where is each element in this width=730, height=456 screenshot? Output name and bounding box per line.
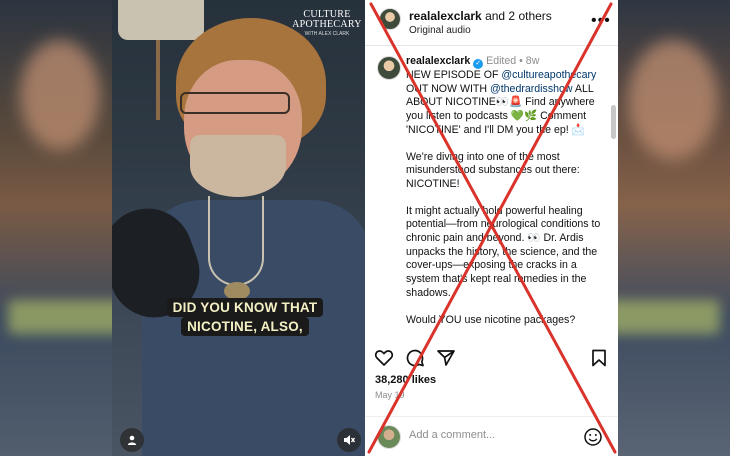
post-date: May 19 bbox=[375, 390, 405, 400]
glasses bbox=[180, 92, 290, 114]
avatar[interactable] bbox=[379, 8, 401, 30]
mention-link[interactable]: @thedrardisshow bbox=[490, 83, 573, 95]
caption-paragraph-1: NEW EPISODE OF @cultureapothecary OUT NO… bbox=[406, 69, 597, 136]
caption-paragraph-2: We're diving into one of the most misund… bbox=[406, 150, 580, 190]
blurred-background-right bbox=[618, 0, 730, 456]
caption-line-1: DID YOU KNOW THAT bbox=[166, 298, 324, 317]
viewer-avatar bbox=[377, 425, 401, 449]
bookmark-icon[interactable] bbox=[589, 348, 609, 368]
post-header: realalexclark and 2 others Original audi… bbox=[365, 0, 618, 46]
lamp-shade bbox=[118, 0, 204, 40]
paper-plane-icon[interactable] bbox=[436, 348, 456, 368]
post-age: 8w bbox=[525, 55, 540, 67]
action-bar bbox=[365, 340, 618, 374]
comment-bar bbox=[365, 416, 618, 456]
blurred-background-left bbox=[0, 0, 112, 456]
muted-speaker-icon[interactable] bbox=[337, 428, 361, 452]
caption-scrollbar[interactable] bbox=[611, 105, 616, 139]
verified-badge-icon: ✓ bbox=[473, 59, 484, 69]
caption-paragraph-3: It might actually hold powerful healing … bbox=[406, 204, 601, 299]
caption-username[interactable]: realalexclark bbox=[406, 55, 470, 67]
post-caption: realalexclark ✓ Edited • 8w NEW EPISODE … bbox=[365, 47, 618, 338]
header-title: realalexclark and 2 others bbox=[409, 9, 552, 23]
likes-count[interactable]: 38,280 likes bbox=[375, 374, 436, 386]
more-dots-icon[interactable]: ••• bbox=[591, 12, 611, 30]
caption-avatar[interactable] bbox=[377, 56, 401, 80]
header-others[interactable]: and 2 others bbox=[485, 9, 552, 23]
show-logo: CULTURE APOTHECARY WITH ALEX CLARK bbox=[292, 9, 362, 38]
heart-icon[interactable] bbox=[374, 348, 394, 368]
video-caption: DID YOU KNOW THAT NICOTINE, ALSO, bbox=[150, 298, 340, 336]
mention-link[interactable]: @cultureapothecary bbox=[501, 69, 596, 81]
post-panel: realalexclark and 2 others Original audi… bbox=[365, 0, 618, 456]
smiley-icon[interactable] bbox=[583, 427, 603, 447]
caption-text: realalexclark ✓ Edited • 8w NEW EPISODE … bbox=[406, 55, 606, 327]
header-username[interactable]: realalexclark bbox=[409, 9, 482, 23]
caption-line-2: NICOTINE, ALSO, bbox=[181, 317, 309, 336]
edited-label: Edited bbox=[486, 55, 517, 67]
caption-paragraph-4: Would YOU use nicotine packages? bbox=[406, 313, 576, 326]
person-icon[interactable] bbox=[120, 428, 144, 452]
comment-bubble-icon[interactable] bbox=[405, 348, 425, 368]
comment-input[interactable] bbox=[409, 429, 569, 441]
audio-label[interactable]: Original audio bbox=[409, 25, 471, 36]
video-player[interactable]: CULTURE APOTHECARY WITH ALEX CLARK DID Y… bbox=[112, 0, 365, 456]
caption-meta: realalexclark ✓ Edited • 8w bbox=[406, 55, 540, 69]
